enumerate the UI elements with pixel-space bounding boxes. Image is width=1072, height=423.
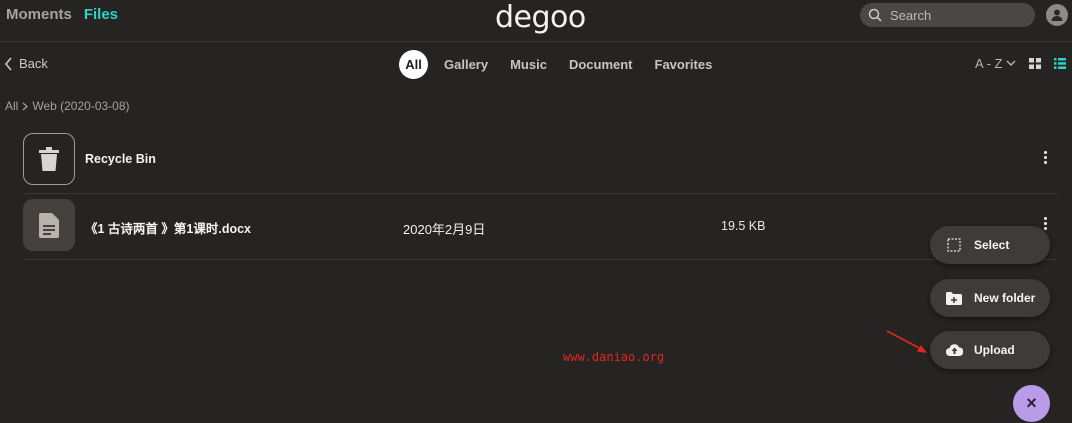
document-thumbnail (23, 199, 75, 251)
upload-label: Upload (974, 343, 1015, 357)
breadcrumb: All Web (2020-03-08) (5, 99, 130, 113)
chevron-right-icon (22, 102, 29, 110)
list-item[interactable]: 《1 古诗两首 》第1课时.docx 2020年2月9日 19.5 KB (23, 193, 1057, 260)
new-folder-button[interactable]: New folder (930, 279, 1050, 317)
close-fab-button[interactable]: × (1013, 385, 1050, 422)
back-button[interactable]: Back (4, 56, 48, 71)
sort-label: A - Z (975, 56, 1003, 71)
search-input[interactable] (888, 6, 1032, 24)
breadcrumb-current: Web (2020-03-08) (32, 99, 130, 113)
new-folder-label: New folder (974, 291, 1036, 305)
red-arrow-icon (886, 330, 927, 353)
list-view-icon[interactable] (1054, 58, 1066, 69)
search-icon (868, 8, 882, 22)
item-name: 《1 古诗两首 》第1课时.docx (85, 222, 251, 236)
user-icon (1051, 9, 1063, 21)
search-box[interactable] (860, 3, 1035, 27)
document-icon (39, 212, 59, 238)
chevron-down-icon (1006, 60, 1016, 66)
new-folder-icon (945, 291, 963, 305)
select-icon (945, 238, 963, 252)
nav-files[interactable]: Files (84, 6, 118, 23)
trash-thumbnail (23, 133, 75, 185)
more-options-icon[interactable] (1039, 149, 1051, 165)
avatar[interactable] (1046, 4, 1068, 26)
select-label: Select (974, 238, 1010, 252)
trash-icon (39, 147, 59, 171)
item-date: 2020年2月9日 (403, 222, 486, 237)
top-bar: Moments Files degoo (0, 0, 1072, 42)
filter-music[interactable]: Music (504, 50, 553, 79)
filter-favorites[interactable]: Favorites (649, 50, 719, 79)
degoo-logo[interactable]: degoo (495, 0, 586, 35)
select-button[interactable]: Select (930, 226, 1050, 264)
main-nav: Moments Files (6, 6, 118, 23)
grid-view-icon[interactable] (1029, 58, 1041, 69)
list-item[interactable]: Recycle Bin (23, 127, 1057, 194)
cloud-upload-icon (945, 344, 963, 356)
watermark: www.daniao.org (563, 350, 665, 364)
filter-document[interactable]: Document (563, 50, 639, 79)
filter-gallery[interactable]: Gallery (438, 50, 494, 79)
item-size: 19.5 KB (721, 219, 766, 233)
filter-tabs: All Gallery Music Document Favorites (399, 50, 718, 79)
filter-all[interactable]: All (399, 50, 428, 79)
chevron-left-icon (4, 56, 12, 71)
nav-moments[interactable]: Moments (6, 6, 72, 23)
sort-dropdown[interactable]: A - Z (975, 56, 1016, 71)
item-name: Recycle Bin (85, 152, 156, 166)
upload-button[interactable]: Upload (930, 331, 1050, 369)
breadcrumb-root[interactable]: All (5, 99, 18, 113)
back-label: Back (19, 56, 48, 71)
